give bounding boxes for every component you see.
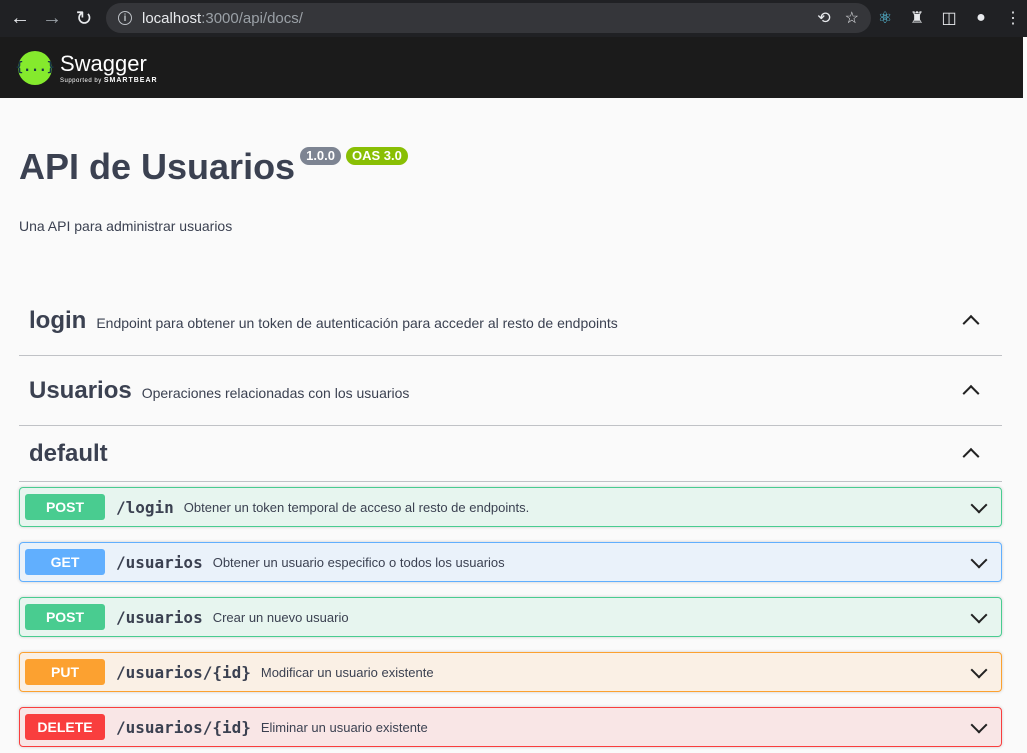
back-arrow-icon[interactable]: ← (4, 3, 36, 35)
chevron-down-icon[interactable] (970, 606, 988, 624)
chevron-down-icon[interactable] (970, 661, 988, 679)
chevron-down-icon[interactable] (970, 551, 988, 569)
operation-summary: Modificar un usuario existente (260, 664, 434, 680)
operation-put-usuario[interactable]: PUT /usuarios/{id} Modificar un usuario … (19, 652, 1002, 692)
operation-path: /login (116, 497, 174, 517)
operation-path: /usuarios (116, 607, 203, 627)
url-text: localhost:3000/api/docs/ (142, 10, 303, 27)
site-info-icon[interactable]: i (118, 11, 132, 25)
reload-icon[interactable]: ↻ (68, 3, 100, 35)
method-badge: DELETE (25, 714, 105, 740)
operation-summary: Crear un nuevo usuario (212, 609, 349, 625)
tag-description: Operaciones relacionadas con los usuario… (141, 384, 410, 401)
react-devtools-icon[interactable]: ⚛ (872, 5, 898, 31)
tag-description: Endpoint para obtener un token de autent… (96, 314, 618, 331)
operation-post-login[interactable]: POST /login Obtener un token temporal de… (19, 487, 1002, 527)
chevron-up-icon[interactable] (962, 314, 980, 332)
operation-summary: Eliminar un usuario existente (260, 719, 428, 735)
tag-name: default (29, 439, 108, 467)
version-badge: 1.0.0 (300, 147, 342, 165)
logo-sub-prefix: Supported by (60, 77, 104, 84)
operations-list: POST /login Obtener un token temporal de… (19, 487, 1002, 747)
api-description: Una API para administrar usuarios (19, 218, 233, 234)
kebab-menu-icon[interactable]: ⋮ (1000, 5, 1026, 31)
swagger-logo-icon[interactable]: {...} (15, 50, 55, 85)
logo-mark: {...} (15, 60, 55, 75)
browser-toolbar: ← → ↻ i localhost:3000/api/docs/ ⟲ ☆ ⚛ ♜… (0, 0, 1027, 37)
chevron-up-icon[interactable] (962, 447, 980, 465)
url-path: :3000/api/docs/ (201, 9, 303, 27)
url-host: localhost (142, 9, 202, 27)
operation-path: /usuarios (116, 552, 203, 572)
share-icon[interactable]: ⟲ (817, 8, 830, 28)
chevron-down-icon[interactable] (970, 716, 988, 734)
logo-sub: Supported by SMARTBEAR (60, 77, 158, 84)
side-panel-icon[interactable]: ◫ (936, 5, 962, 31)
chevron-up-icon[interactable] (962, 384, 980, 402)
tag-name: Usuarios (29, 376, 132, 404)
method-badge: PUT (25, 659, 105, 685)
extensions-puzzle-icon[interactable]: ♜ (904, 5, 930, 31)
tag-list: login Endpoint para obtener un token de … (19, 286, 1002, 482)
operation-post-usuarios[interactable]: POST /usuarios Crear un nuevo usuario (19, 597, 1002, 637)
tag-name: login (29, 306, 87, 334)
operation-delete-usuario[interactable]: DELETE /usuarios/{id} Eliminar un usuari… (19, 707, 1002, 747)
forward-arrow-icon[interactable]: → (36, 3, 68, 35)
chevron-down-icon[interactable] (970, 496, 988, 514)
operation-get-usuarios[interactable]: GET /usuarios Obtener un usuario especif… (19, 542, 1002, 582)
api-info: API de Usuarios 1.0.0 OAS 3.0 Una API pa… (0, 147, 1027, 234)
operation-path: /usuarios/{id} (116, 717, 251, 737)
scrollbar[interactable] (1023, 37, 1027, 753)
logo-sub-brand: SMARTBEAR (103, 76, 158, 84)
oas-badge: OAS 3.0 (346, 147, 408, 165)
method-badge: POST (25, 604, 105, 630)
address-bar[interactable]: i localhost:3000/api/docs/ ⟲ ☆ (106, 3, 871, 33)
method-badge: GET (25, 549, 105, 575)
logo-name: Swagger (60, 50, 147, 76)
operation-summary: Obtener un usuario especifico o todos lo… (212, 554, 505, 570)
operation-summary: Obtener un token temporal de acceso al r… (183, 499, 530, 515)
method-badge: POST (25, 494, 105, 520)
profile-avatar-icon[interactable]: ● (968, 5, 994, 31)
swagger-logo-text[interactable]: Swagger Supported by SMARTBEAR (60, 50, 158, 84)
tag-default[interactable]: default (19, 426, 1002, 482)
tag-usuarios[interactable]: Usuarios Operaciones relacionadas con lo… (19, 356, 1002, 426)
tag-login[interactable]: login Endpoint para obtener un token de … (19, 286, 1002, 356)
bookmark-star-icon[interactable]: ☆ (845, 8, 859, 28)
page-title: API de Usuarios (19, 146, 296, 187)
swagger-topbar: {...} Swagger Supported by SMARTBEAR (0, 37, 1027, 98)
operation-path: /usuarios/{id} (116, 662, 251, 682)
